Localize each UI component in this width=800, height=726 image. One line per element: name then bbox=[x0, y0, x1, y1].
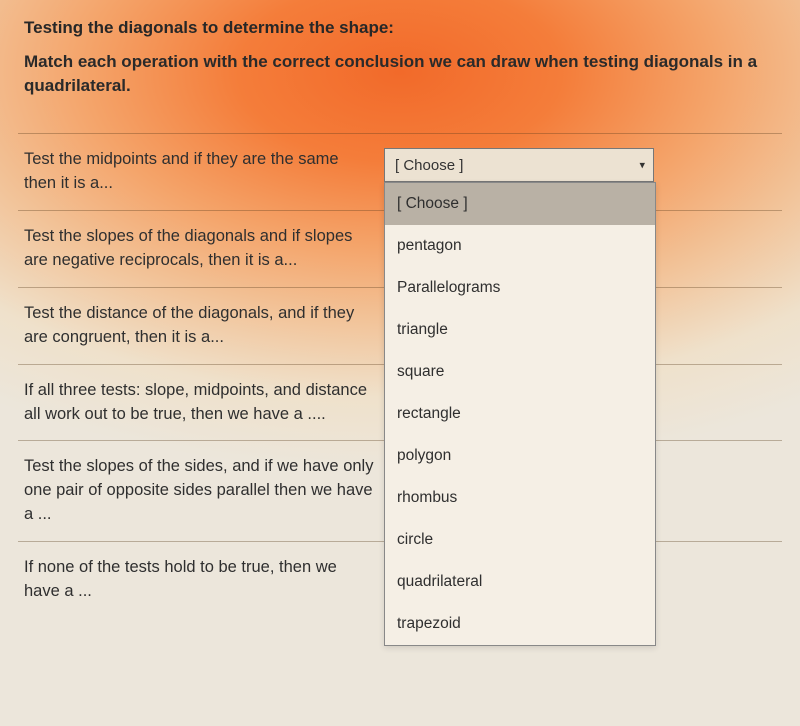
section-heading: Testing the diagonals to determine the s… bbox=[24, 16, 776, 40]
dropdown-option[interactable]: circle bbox=[385, 519, 655, 561]
question-prompt: Test the distance of the diagonals, and … bbox=[24, 302, 384, 350]
dropdown-option[interactable]: polygon bbox=[385, 435, 655, 477]
chevron-down-icon: ▾ bbox=[639, 159, 645, 172]
question-row: Test the midpoints and if they are the s… bbox=[24, 134, 776, 210]
question-prompt: If none of the tests hold to be true, th… bbox=[24, 556, 384, 604]
dropdown-option[interactable]: [ Choose ] bbox=[385, 183, 655, 225]
question-prompt: Test the midpoints and if they are the s… bbox=[24, 148, 384, 196]
quiz-page: Testing the diagonals to determine the s… bbox=[0, 0, 800, 618]
answer-dropdown-open[interactable]: [ Choose ] pentagon Parallelograms trian… bbox=[384, 182, 656, 646]
dropdown-option[interactable]: Parallelograms bbox=[385, 267, 655, 309]
dropdown-option[interactable]: pentagon bbox=[385, 225, 655, 267]
answer-control: [ Choose ] ▾ [ Choose ] pentagon Paralle… bbox=[384, 148, 654, 182]
select-value: [ Choose ] bbox=[395, 157, 463, 174]
answer-select[interactable]: [ Choose ] ▾ bbox=[384, 148, 654, 182]
dropdown-option[interactable]: triangle bbox=[385, 309, 655, 351]
question-prompt: If all three tests: slope, midpoints, an… bbox=[24, 379, 384, 427]
dropdown-option[interactable]: rectangle bbox=[385, 393, 655, 435]
dropdown-option[interactable]: square bbox=[385, 351, 655, 393]
dropdown-option[interactable]: quadrilateral bbox=[385, 561, 655, 603]
dropdown-option[interactable]: trapezoid bbox=[385, 603, 655, 645]
question-prompt: Test the slopes of the diagonals and if … bbox=[24, 225, 384, 273]
instructions-text: Match each operation with the correct co… bbox=[24, 50, 764, 99]
question-prompt: Test the slopes of the sides, and if we … bbox=[24, 455, 384, 527]
dropdown-option[interactable]: rhombus bbox=[385, 477, 655, 519]
